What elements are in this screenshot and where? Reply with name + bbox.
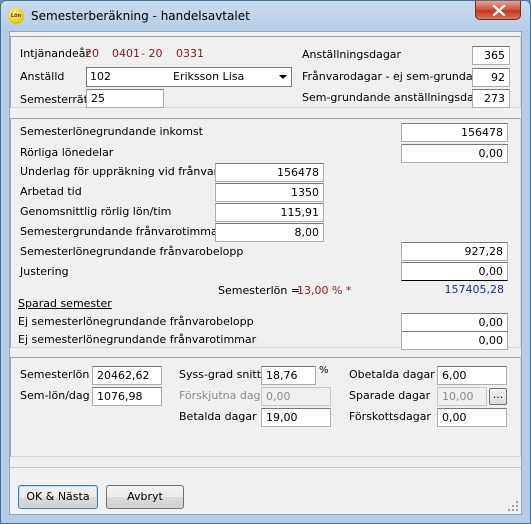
forskott-input[interactable]: 0,00 (437, 408, 507, 427)
sparade-browse-button[interactable]: ... (489, 388, 507, 405)
cancel-button[interactable]: Avbryt (106, 485, 184, 509)
summary-panel: Semesterlön 20462,62 Sem-lön/dag 1076,98… (10, 357, 521, 457)
chevron-down-icon[interactable] (275, 68, 291, 86)
ej-timmar-label: Ej semesterlönegrundande frånvarotimmar (18, 333, 257, 346)
ok-next-button[interactable]: OK & Nästa (18, 485, 98, 509)
resize-grip-icon[interactable] (507, 500, 519, 512)
sparad-semester-heading: Sparad semester (18, 297, 112, 310)
ej-timmar-input[interactable]: 0,00 (401, 331, 508, 350)
anstallningsdagar-input[interactable]: 365 (472, 46, 510, 65)
header-panel: Intjänandeår 20 0401 - 20 0331 Anställd … (10, 36, 521, 108)
arbetad-tid-label: Arbetad tid (20, 185, 82, 198)
intjanandear-label: Intjänandeår (20, 47, 91, 60)
sparade-input[interactable]: 10,00 (437, 387, 487, 406)
sparade-label: Sparade dagar (349, 389, 431, 402)
summary-semesterlon-label: Semesterlön (20, 368, 90, 381)
lon-app-icon: Lön (8, 8, 24, 24)
semesterratt-input[interactable]: 25 (86, 89, 164, 108)
semlon-dag-input[interactable]: 1076,98 (92, 387, 162, 406)
semlon-dag-label: Sem-lön/dag (20, 389, 90, 402)
ej-belopp-input[interactable]: 0,00 (401, 313, 508, 332)
syss-grad-input[interactable]: 18,76 (261, 366, 316, 385)
forskjutna-input[interactable]: 0,00 (261, 387, 331, 406)
employee-name: Eriksson Lisa (173, 70, 245, 83)
syss-grad-label: Syss-grad snitt (179, 368, 262, 381)
ej-belopp-label: Ej semesterlönegrundande frånvarobelopp (18, 315, 254, 328)
semgrundande-label: Sem-grundande anställningsdagar (302, 91, 493, 104)
franvarotimmar-label: Semestergrundande frånvarotimmar (20, 225, 223, 238)
underlag-input[interactable]: 156478 (215, 163, 324, 182)
obetalda-input[interactable]: 6,00 (437, 366, 507, 385)
semesterlon-total-value: 157405,28 (444, 283, 505, 296)
anstalld-label: Anställd (20, 70, 65, 83)
betalda-input[interactable]: 19,00 (261, 408, 331, 427)
semesterlon-calc-label: Semesterlön = (218, 284, 301, 297)
rorliga-input[interactable]: 0,00 (401, 144, 508, 163)
obetalda-label: Obetalda dagar (349, 368, 435, 381)
period-start: 0401 (112, 47, 140, 60)
close-icon (492, 5, 506, 16)
semesterlon-total: 157405,28 (401, 281, 508, 300)
franvarotimmar-input[interactable]: 8,00 (215, 223, 324, 242)
justering-input[interactable]: 0,00 (401, 262, 508, 281)
anstallningsdagar-label: Anställningsdagar (302, 48, 402, 61)
underlag-label: Underlag för uppräkning vid frånvaro (20, 165, 225, 178)
period-separator: - 20 (141, 47, 163, 60)
semesterlon-percent: 13,00 % * (297, 284, 352, 297)
period-start-prefix: 20 (85, 47, 99, 60)
employee-code: 102 (90, 70, 111, 83)
franvarodagar-label: Frånvarodagar - ej sem-grundande (302, 70, 494, 83)
summary-semesterlon-input[interactable]: 20462,62 (92, 366, 162, 385)
semesterratt-label: Semesterrätt (20, 93, 93, 106)
window-title: Semesterberäkning - handelsavtalet (31, 9, 250, 23)
dialog-body: Intjänandeår 20 0401 - 20 0331 Anställd … (9, 31, 522, 515)
franvarobelopp-input[interactable]: 927,28 (401, 242, 508, 261)
inkomst-label: Semesterlönegrundande inkomst (20, 125, 203, 138)
percent-sign: % (319, 365, 329, 376)
employee-select[interactable]: 102 Eriksson Lisa (86, 67, 292, 87)
close-button[interactable] (475, 1, 521, 20)
inkomst-input[interactable]: 156478 (401, 123, 508, 142)
franvarobelopp-label: Semesterlönegrundande frånvarobelopp (20, 245, 244, 258)
button-bar: OK & Nästa Avbryt (10, 467, 521, 514)
dialog-window: Lön Semesterberäkning - handelsavtalet I… (0, 0, 531, 524)
arbetad-tid-input[interactable]: 1350 (215, 183, 324, 202)
forskott-label: Förskottsdagar (349, 410, 431, 423)
rorliga-label: Rörliga lönedelar (20, 146, 114, 159)
genomsnittlig-label: Genomsnittlig rörlig lön/tim (20, 205, 172, 218)
forskjutna-label: Förskjutna dagar (179, 389, 272, 402)
period-end: 0331 (176, 47, 204, 60)
justering-label: Justering (20, 265, 69, 278)
title-bar[interactable]: Lön Semesterberäkning - handelsavtalet (1, 1, 530, 31)
semgrundande-input[interactable]: 273 (472, 89, 510, 108)
calculation-panel: Semesterlönegrundande inkomst 156478 Rör… (10, 118, 521, 350)
betalda-label: Betalda dagar (179, 410, 257, 423)
franvarodagar-input[interactable]: 92 (472, 68, 510, 87)
genomsnittlig-input[interactable]: 115,91 (215, 203, 324, 222)
